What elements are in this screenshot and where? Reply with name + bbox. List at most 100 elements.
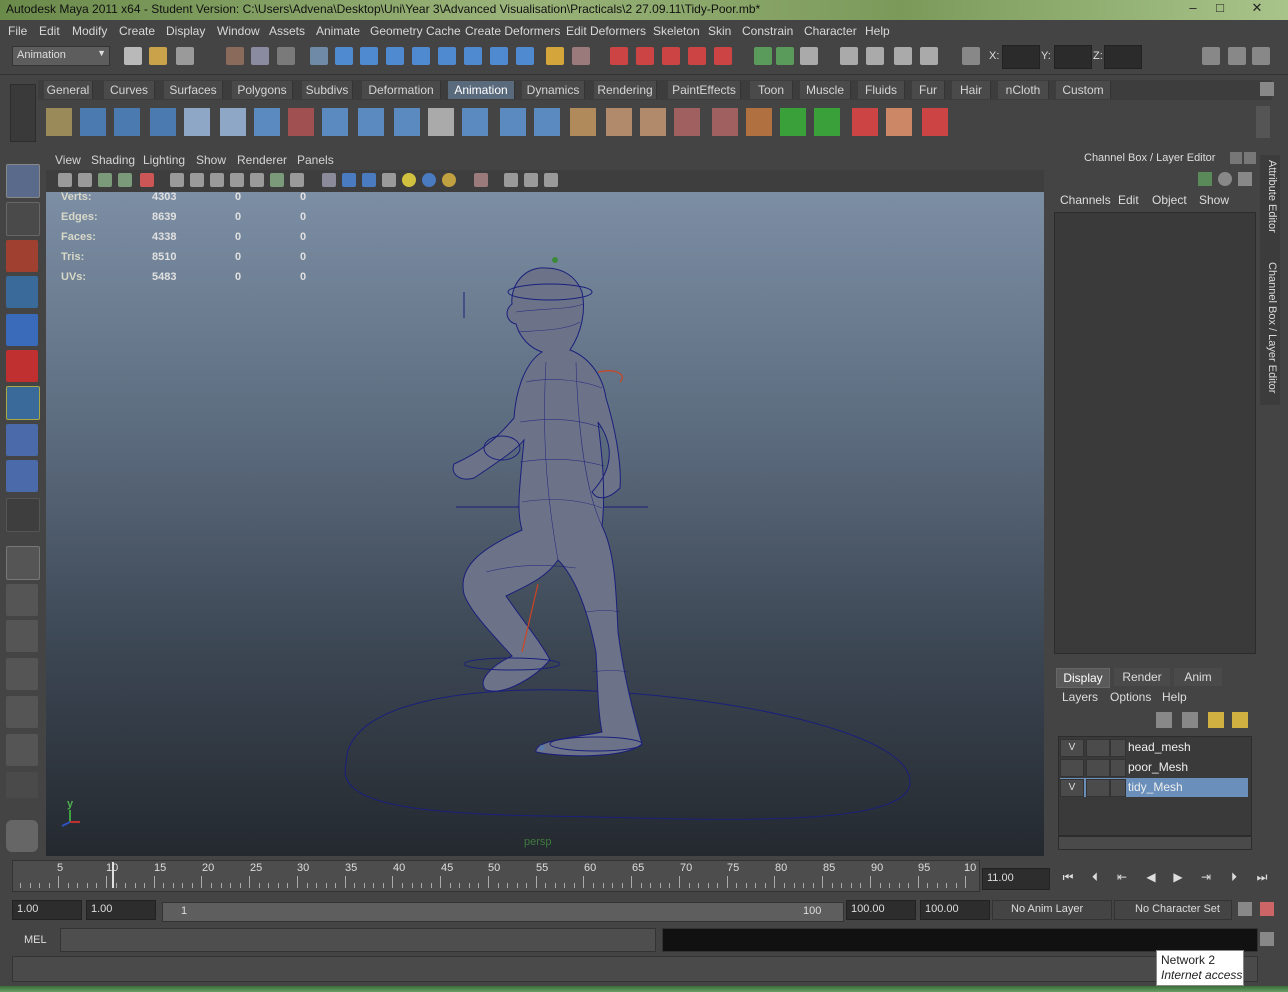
joint-tool-icon[interactable] [220,108,246,136]
step-forward-frame-icon[interactable]: ⏵ [1224,870,1244,886]
render-globals-icon[interactable] [840,47,858,65]
tab-general[interactable]: General [44,81,93,99]
panel-menu-panels[interactable]: Panels [297,153,334,167]
float-panel-icon[interactable] [1230,152,1242,164]
close-panel-icon[interactable] [1244,152,1256,164]
axis-icon[interactable] [886,108,912,136]
range-slider-bar[interactable]: 1 100 [162,902,844,922]
grease-pencil-icon[interactable] [140,173,154,187]
question-icon[interactable] [516,47,534,65]
channel-box-area[interactable] [1054,212,1256,654]
speed-icon[interactable] [1218,172,1232,186]
shelf-scroll-arrows[interactable] [1256,106,1270,138]
show-tool-settings-icon[interactable] [1228,47,1246,65]
step-forward-key-icon[interactable]: ⇥ [1196,870,1216,886]
locator-icon[interactable] [780,108,806,136]
tab-display[interactable]: Display [1056,668,1110,688]
tab-muscle[interactable]: Muscle [800,81,851,99]
connect-joint-icon[interactable] [394,108,420,136]
transform-field-icon[interactable] [962,47,980,65]
mask-icon[interactable] [310,47,328,65]
tab-toon[interactable]: Toon [750,81,793,99]
character-icon[interactable] [570,108,596,136]
select-tool-icon[interactable] [6,164,40,198]
channel-box-tab[interactable]: Channel Box / Layer Editor [1262,262,1278,393]
menu-geometry-cache[interactable]: Geometry Cache [370,24,461,38]
show-manipulator-tool-icon[interactable] [6,460,38,492]
step-back-key-icon[interactable]: ⇤ [1112,870,1132,886]
menu-skeleton[interactable]: Skeleton [653,24,700,38]
le-menu-options[interactable]: Options [1110,690,1151,704]
show-attribute-editor-icon[interactable] [1202,47,1220,65]
resolution-gate-icon[interactable] [210,173,224,187]
history-icon[interactable] [610,47,628,65]
snap-curve-icon[interactable] [360,47,378,65]
command-language-label[interactable]: MEL [24,934,47,946]
orient-joint-icon[interactable] [322,108,348,136]
remove-joint-icon[interactable] [358,108,384,136]
lasso-tool-icon[interactable] [6,202,40,236]
paint-skin-icon[interactable] [712,108,738,136]
persp-graph-hypergraph-layout-icon[interactable] [6,734,38,766]
break-icon[interactable] [922,108,948,136]
layer-row-head-mesh[interactable]: V head_mesh [1060,738,1248,757]
lock-icon[interactable] [546,47,564,65]
tab-hair[interactable]: Hair [952,81,991,99]
select-camera-icon[interactable] [58,173,72,187]
tab-custom[interactable]: Custom [1056,81,1111,99]
grid-icon[interactable] [170,173,184,187]
new-layer-selected-icon[interactable] [1232,712,1248,728]
x-field[interactable] [1002,45,1040,69]
insert-joint-icon[interactable] [254,108,280,136]
layer-color-swatch[interactable] [1110,779,1126,797]
tab-rendering[interactable]: Rendering [594,81,657,99]
select-by-component-icon[interactable] [277,47,295,65]
panel-menu-view[interactable]: View [55,153,81,167]
safe-title-icon[interactable] [290,173,304,187]
close-button[interactable]: ✕ [1244,0,1270,15]
single-perspective-layout-icon[interactable] [6,546,40,580]
menu-window[interactable]: Window [217,24,260,38]
paint-brush-icon[interactable] [746,108,772,136]
wireframe-icon[interactable] [322,173,336,187]
move-layer-up-icon[interactable] [1156,712,1172,728]
ik-spline-icon[interactable] [80,108,106,136]
tab-render[interactable]: Render [1114,668,1170,686]
tab-deformation[interactable]: Deformation [362,81,441,99]
snap-surface-icon[interactable] [438,47,456,65]
cb-menu-object[interactable]: Object [1152,193,1187,207]
layer-visibility-toggle[interactable]: V [1060,739,1084,757]
snap-plane-icon[interactable] [412,47,430,65]
panel-menu-shading[interactable]: Shading [91,153,135,167]
key-icon[interactable] [852,108,878,136]
character-set-dropdown[interactable]: No Character Set [1114,900,1232,920]
soft-mod-tool-icon[interactable] [6,424,38,456]
four-view-layout-icon[interactable] [6,584,38,616]
play-backwards-icon[interactable]: ◀ [1141,870,1161,886]
menu-assets[interactable]: Assets [269,24,305,38]
layer-color-swatch[interactable] [1110,759,1126,777]
paint-weights-icon[interactable] [674,108,700,136]
lattice-icon[interactable] [428,108,454,136]
mirror-joint-icon[interactable] [288,108,314,136]
tab-fur[interactable]: Fur [912,81,945,99]
current-time-marker[interactable] [112,862,114,888]
layer-visibility-toggle[interactable] [1060,759,1084,777]
skin-bind-icon[interactable] [150,108,176,136]
rigid-bind-icon[interactable] [184,108,210,136]
default-lighting-icon[interactable] [402,173,416,187]
cb-menu-edit[interactable]: Edit [1118,193,1139,207]
open-scene-icon[interactable] [149,47,167,65]
save-scene-icon[interactable] [176,47,194,65]
start-time-field[interactable]: 1.00 [12,900,82,920]
trash-icon[interactable] [1260,82,1274,96]
all-lights-icon[interactable] [422,173,436,187]
layout-menu-icon[interactable] [6,772,38,798]
hq-render-icon[interactable] [544,173,558,187]
command-input[interactable] [60,928,656,952]
play-forwards-icon[interactable]: ▶ [1168,870,1188,886]
scale-tool-icon[interactable] [6,350,38,382]
hyper-icon[interactable] [1238,172,1252,186]
move-layer-down-icon[interactable] [1182,712,1198,728]
gate-mask-icon[interactable] [230,173,244,187]
